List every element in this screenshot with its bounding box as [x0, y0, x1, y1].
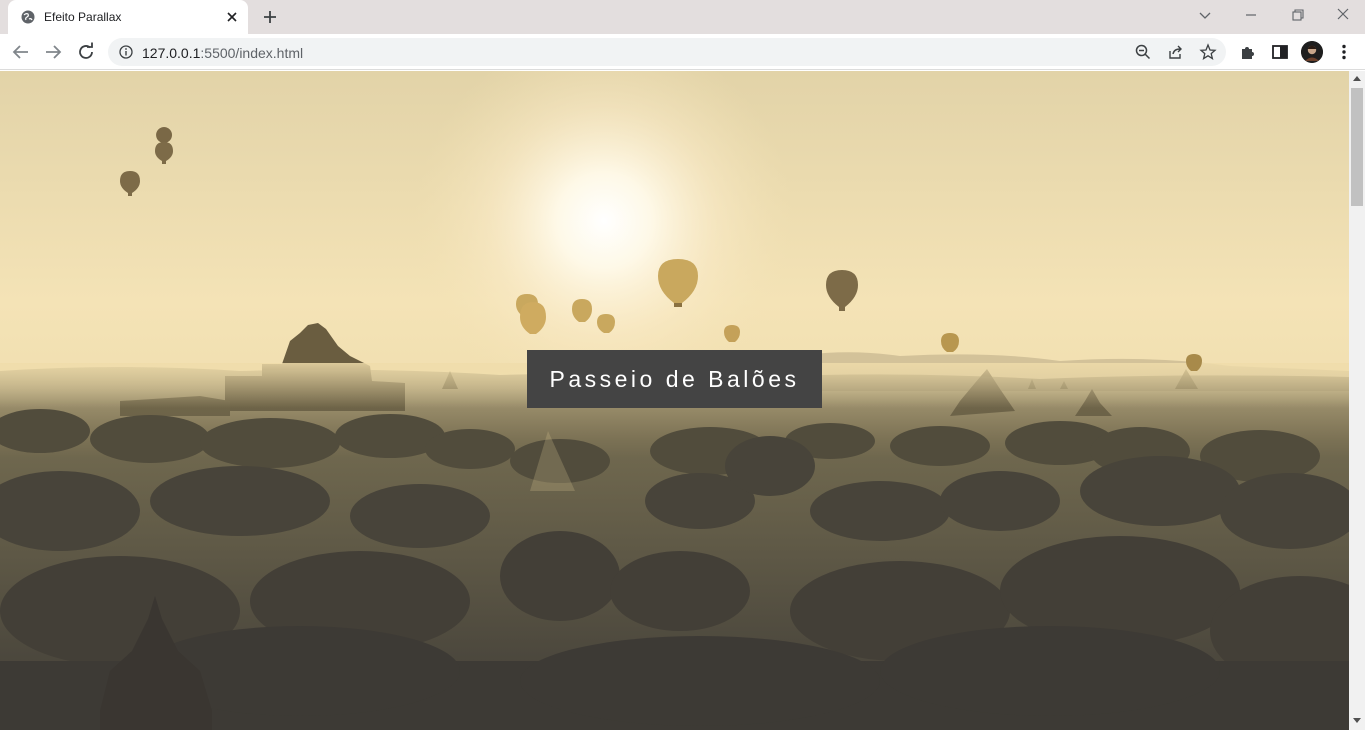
avatar-image [1301, 41, 1323, 63]
close-tab-icon[interactable] [224, 9, 240, 25]
avatar[interactable] [1301, 41, 1323, 63]
arrow-right-icon[interactable] [42, 41, 64, 63]
scrollbar-thumb[interactable] [1351, 88, 1363, 206]
restore-icon[interactable] [1285, 5, 1309, 25]
puzzle-icon[interactable] [1238, 42, 1258, 62]
balloon-icon [156, 127, 173, 143]
hero-title-box: Passeio de Balões [527, 350, 822, 408]
kebab-menu-icon[interactable] [1334, 42, 1354, 62]
star-icon[interactable] [1199, 43, 1217, 61]
browser-toolbar: 127.0.0.1:5500/index.html [0, 34, 1365, 70]
address-bar[interactable]: 127.0.0.1:5500/index.html [108, 38, 1226, 66]
scroll-up-arrow-icon[interactable] [1353, 75, 1361, 83]
zoom-out-icon[interactable] [1134, 43, 1152, 61]
close-window-icon[interactable] [1331, 5, 1355, 25]
reload-icon[interactable] [75, 41, 97, 63]
scroll-down-arrow-icon[interactable] [1353, 716, 1361, 724]
site-info-icon[interactable] [119, 45, 133, 59]
arrow-left-icon[interactable] [10, 41, 32, 63]
url-path: :5500/index.html [200, 45, 304, 61]
url-host: 127.0.0.1 [142, 45, 201, 61]
page-viewport: Passeio de Balões [0, 71, 1349, 730]
globe-icon [21, 10, 35, 24]
page-scrollbar[interactable] [1349, 71, 1365, 730]
tab-title: Efeito Parallax [44, 10, 122, 24]
tab-search-chevron-icon[interactable] [1193, 5, 1217, 25]
tab-strip: Efeito Parallax [0, 0, 1365, 34]
minimize-icon[interactable] [1239, 5, 1263, 25]
new-tab-button[interactable] [259, 6, 281, 28]
hero-title: Passeio de Balões [549, 365, 800, 392]
share-icon[interactable] [1167, 43, 1185, 61]
browser-tab[interactable]: Efeito Parallax [8, 0, 248, 34]
side-panel-icon[interactable] [1270, 42, 1290, 62]
url-text[interactable]: 127.0.0.1:5500/index.html [142, 45, 303, 61]
